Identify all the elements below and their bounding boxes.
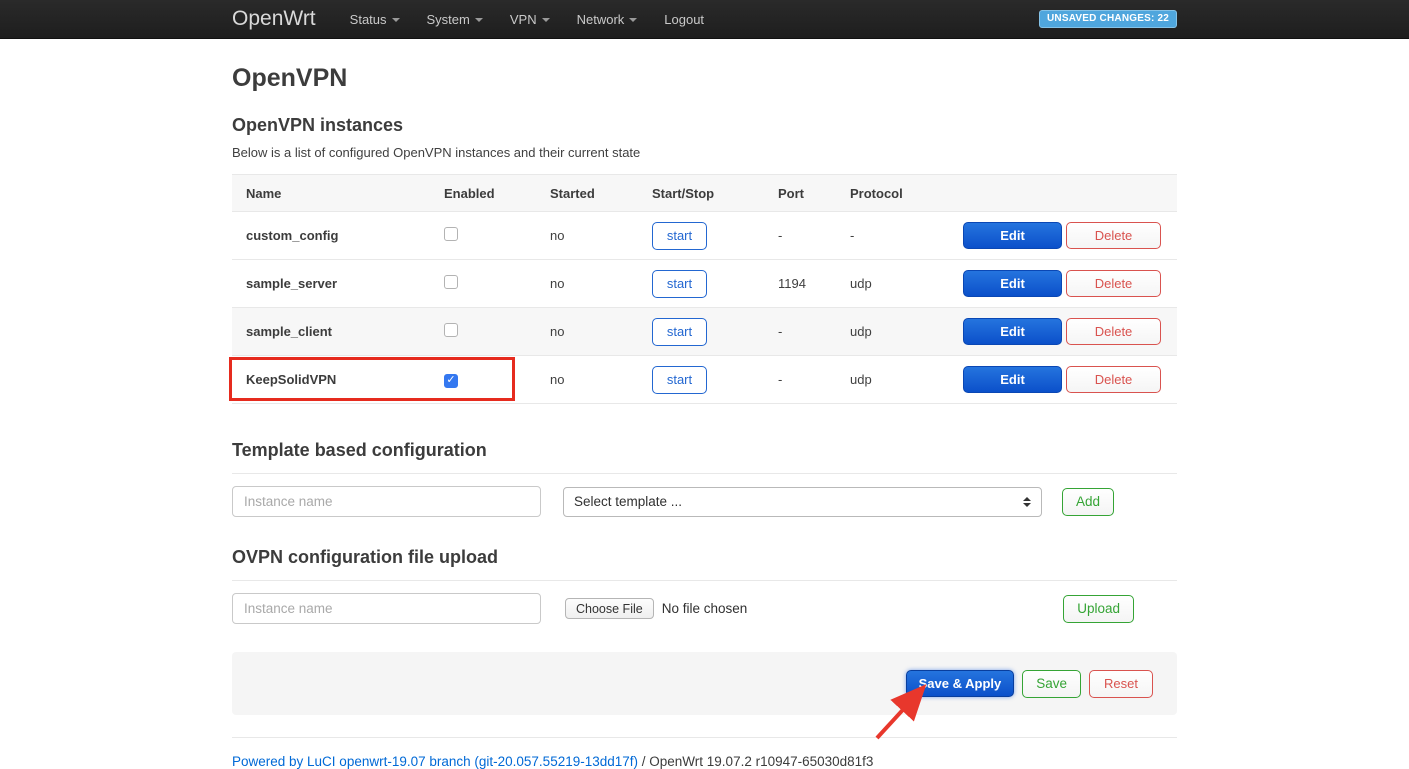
template-section-heading: Template based configuration (232, 440, 1177, 461)
page-title: OpenVPN (232, 64, 1177, 93)
nav-item-label: Logout (664, 12, 704, 27)
edit-button[interactable]: Edit (963, 366, 1062, 393)
template-select-value: Select template ... (574, 494, 682, 509)
save-apply-button[interactable]: Save & Apply (906, 670, 1015, 697)
started-value: no (550, 372, 652, 387)
enabled-checkbox[interactable] (444, 227, 458, 241)
template-instance-name-input[interactable] (232, 486, 541, 517)
start-button[interactable]: start (652, 222, 707, 250)
column-header-enabled: Enabled (444, 186, 550, 201)
table-row-sample-server: sample_server no start 1194 udp Edit Del… (232, 259, 1177, 307)
instance-name: custom_config (232, 228, 444, 243)
delete-button[interactable]: Delete (1066, 318, 1161, 345)
delete-button[interactable]: Delete (1066, 270, 1161, 297)
upload-instance-name-input[interactable] (232, 593, 541, 624)
table-row-keepsolidvpn: KeepSolidVPN no start - udp Edit Delete (232, 355, 1177, 403)
add-button[interactable]: Add (1062, 488, 1114, 516)
template-form-row: Select template ... Add (232, 486, 1177, 517)
nav-item-system[interactable]: System (427, 12, 483, 27)
start-button[interactable]: start (652, 318, 707, 346)
edit-button[interactable]: Edit (963, 270, 1062, 297)
top-navbar: OpenWrt Status System VPN Network Logout (0, 0, 1409, 39)
protocol-value: - (850, 228, 950, 243)
started-value: no (550, 228, 652, 243)
nav-item-label: VPN (510, 12, 537, 27)
protocol-value: udp (850, 372, 950, 387)
chevron-down-icon (542, 18, 550, 22)
nav-item-vpn[interactable]: VPN (510, 12, 550, 27)
nav-item-logout[interactable]: Logout (664, 12, 704, 27)
template-select[interactable]: Select template ... (563, 487, 1042, 517)
column-header-started: Started (550, 186, 652, 201)
instance-name: sample_server (232, 276, 444, 291)
choose-file-button[interactable]: Choose File (565, 598, 654, 619)
upload-button[interactable]: Upload (1063, 595, 1134, 623)
start-button[interactable]: start (652, 270, 707, 298)
nav-item-status[interactable]: Status (350, 12, 400, 27)
column-header-port: Port (778, 186, 850, 201)
nav-item-network[interactable]: Network (577, 12, 638, 27)
edit-button[interactable]: Edit (963, 318, 1062, 345)
no-file-chosen-text: No file chosen (662, 601, 748, 616)
footer-divider (232, 737, 1177, 738)
protocol-value: udp (850, 324, 950, 339)
enabled-checkbox[interactable] (444, 275, 458, 289)
nav-item-label: System (427, 12, 470, 27)
protocol-value: udp (850, 276, 950, 291)
port-value: - (778, 372, 850, 387)
nav-item-label: Status (350, 12, 387, 27)
table-header-row: Name Enabled Started Start/Stop Port Pro… (232, 174, 1177, 211)
action-band: Save & Apply Save Reset (232, 652, 1177, 715)
instances-table: Name Enabled Started Start/Stop Port Pro… (232, 174, 1177, 404)
file-input-area: Choose File No file chosen (565, 598, 747, 619)
instance-name: sample_client (232, 324, 444, 339)
table-row-sample-client: sample_client no start - udp Edit Delete (232, 307, 1177, 355)
table-row-custom-config: custom_config no start - - Edit Delete (232, 211, 1177, 259)
chevron-down-icon (629, 18, 637, 22)
reset-button[interactable]: Reset (1089, 670, 1153, 698)
save-button[interactable]: Save (1022, 670, 1081, 698)
delete-button[interactable]: Delete (1066, 366, 1161, 393)
column-header-name: Name (232, 186, 444, 201)
nav-menu: Status System VPN Network Logout (350, 12, 704, 27)
edit-button[interactable]: Edit (963, 222, 1062, 249)
nav-item-label: Network (577, 12, 625, 27)
column-header-protocol: Protocol (850, 186, 950, 201)
instances-heading: OpenVPN instances (232, 115, 1177, 136)
chevron-down-icon (392, 18, 400, 22)
port-value: 1194 (778, 276, 850, 291)
divider (232, 580, 1177, 581)
port-value: - (778, 228, 850, 243)
instances-description: Below is a list of configured OpenVPN in… (232, 145, 1177, 160)
chevron-down-icon (475, 18, 483, 22)
column-header-startstop: Start/Stop (652, 186, 778, 201)
unsaved-changes-badge[interactable]: UNSAVED CHANGES: 22 (1039, 10, 1177, 28)
port-value: - (778, 324, 850, 339)
divider (232, 473, 1177, 474)
enabled-checkbox[interactable] (444, 374, 458, 388)
delete-button[interactable]: Delete (1066, 222, 1161, 249)
start-button[interactable]: start (652, 366, 707, 394)
upload-form-row: Choose File No file chosen Upload (232, 593, 1177, 624)
select-updown-icon (1023, 497, 1031, 507)
enabled-checkbox[interactable] (444, 323, 458, 337)
started-value: no (550, 324, 652, 339)
instance-name: KeepSolidVPN (232, 372, 444, 387)
upload-section-heading: OVPN configuration file upload (232, 547, 1177, 568)
brand-openwrt[interactable]: OpenWrt (232, 7, 316, 31)
started-value: no (550, 276, 652, 291)
